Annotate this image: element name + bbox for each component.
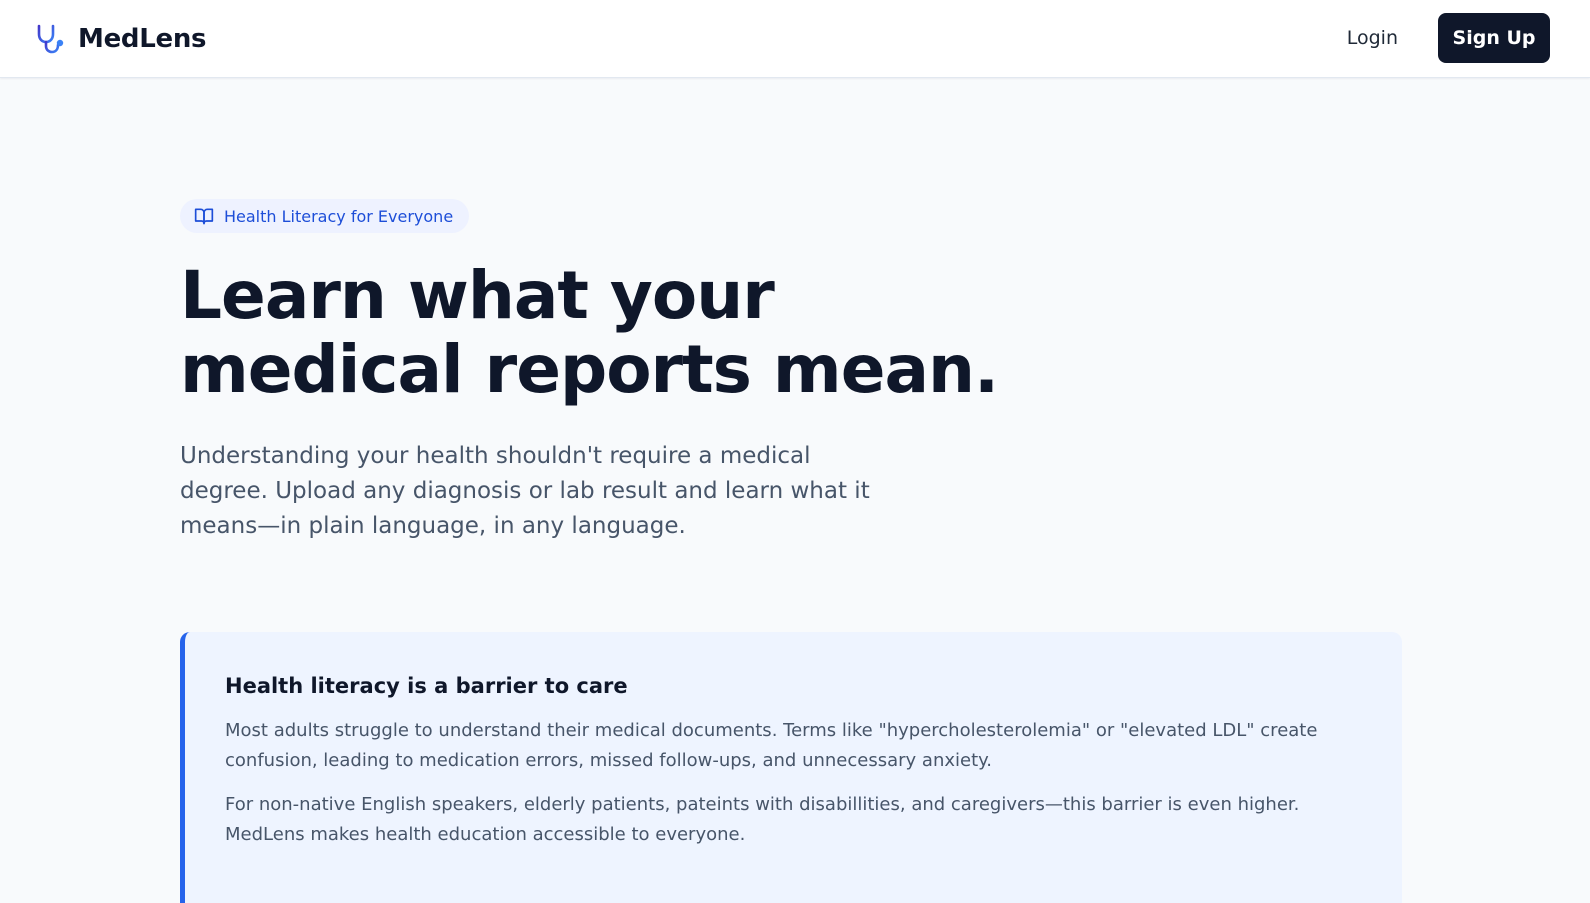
- hero-subtitle: Understanding your health shouldn't requ…: [180, 443, 870, 539]
- health-literacy-badge: Health Literacy for Everyone: [180, 199, 470, 233]
- health-literacy-callout: Health literacy is a barrier to care Mos…: [180, 632, 1402, 903]
- hero-section: Health Literacy for Everyone Learn what …: [180, 199, 1400, 544]
- login-link[interactable]: Login: [1347, 27, 1398, 49]
- callout-paragraph-1: Most adults struggle to understand their…: [225, 720, 1318, 771]
- callout-paragraph-2: For non-native English speakers, elderly…: [225, 794, 1300, 845]
- book-open-icon: [194, 208, 214, 225]
- badge-label: Health Literacy for Everyone: [224, 206, 454, 226]
- callout-title: Health literacy is a barrier to care: [225, 674, 628, 698]
- sign-up-button[interactable]: Sign Up: [1438, 13, 1550, 63]
- top-navbar: MedLens Login Sign Up: [0, 0, 1590, 78]
- brand-name: MedLens: [78, 24, 207, 54]
- nav-actions: Login Sign Up: [1347, 13, 1550, 63]
- brand-logo-link[interactable]: MedLens: [34, 22, 207, 56]
- stethoscope-icon: [35, 24, 64, 54]
- hero-headline: Learn what your medical reports mean.: [180, 257, 999, 408]
